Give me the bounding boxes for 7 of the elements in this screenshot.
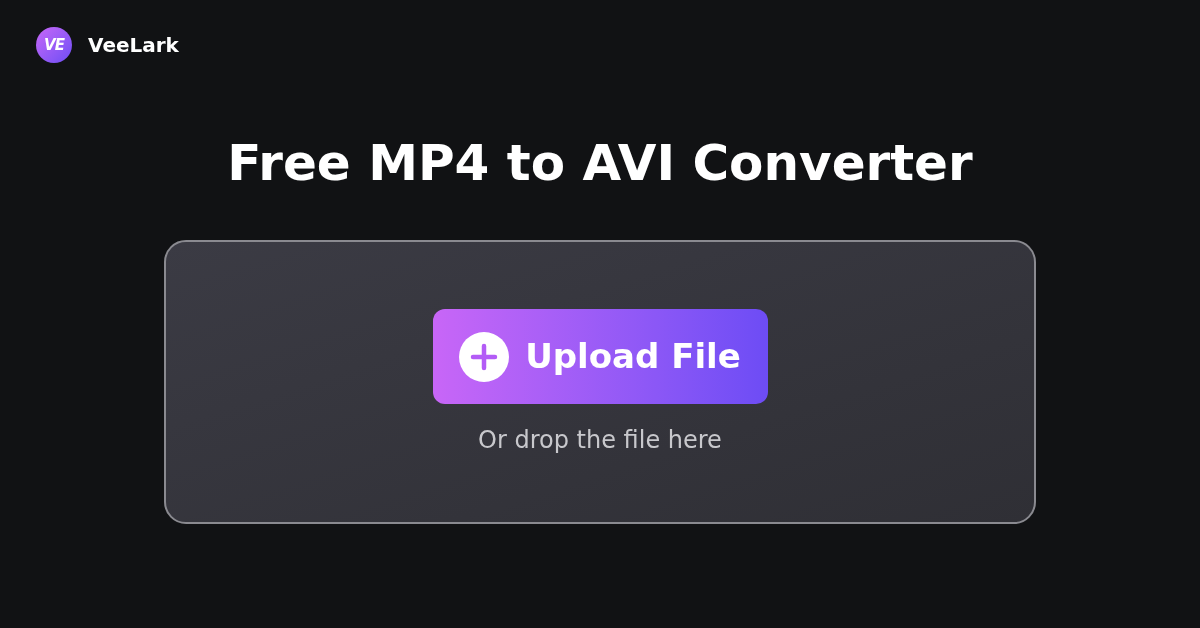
page-title: Free MP4 to AVI Converter xyxy=(226,133,974,194)
brand-name: VeeLark xyxy=(88,32,179,59)
upload-button[interactable]: Upload File xyxy=(432,309,768,404)
drop-hint: Or drop the file here xyxy=(478,425,722,456)
logo-icon: VE xyxy=(36,27,72,63)
upload-dropzone[interactable]: Upload File Or drop the file here xyxy=(164,240,1036,524)
plus-icon xyxy=(459,331,510,382)
